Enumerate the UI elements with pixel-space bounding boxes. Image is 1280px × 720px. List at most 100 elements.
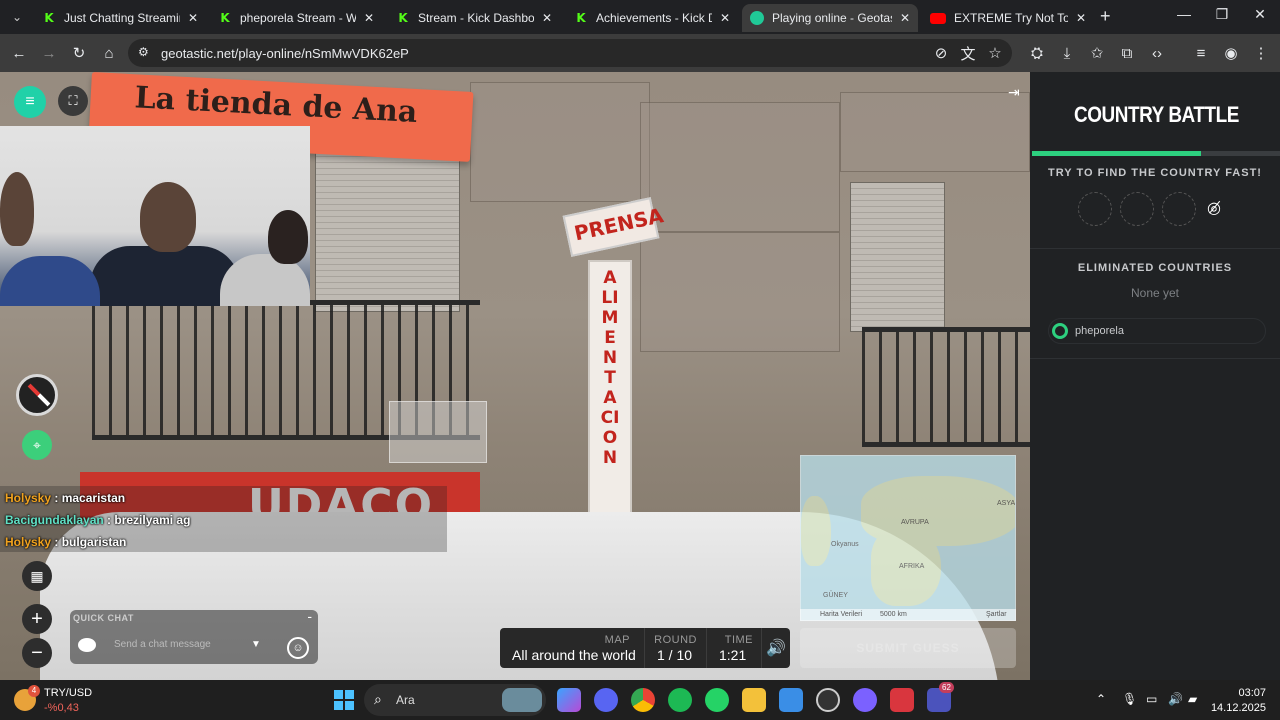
country-battle-panel: COUNTRY BATTLE TRY TO FIND THE COUNTRY F…: [1030, 72, 1280, 680]
network-icon[interactable]: ▭: [1146, 692, 1157, 706]
file-explorer-icon[interactable]: [742, 688, 766, 712]
hud-value: All around the world: [512, 647, 636, 663]
map-label: ASYA: [997, 500, 1016, 507]
person-head: [140, 182, 196, 252]
site-info-icon[interactable]: ⚙: [138, 45, 149, 59]
close-icon[interactable]: ✕: [542, 11, 552, 25]
map-landmass: [801, 496, 831, 566]
restore-button[interactable]: ❐: [1204, 6, 1240, 23]
camera-off-icon[interactable]: ⊘: [930, 42, 952, 64]
tray-overflow-icon[interactable]: ⌃: [1096, 692, 1106, 706]
person-body: [90, 246, 240, 306]
back-button[interactable]: ←: [8, 42, 30, 64]
search-highlight-image: [502, 688, 542, 712]
zoom-out-button[interactable]: −: [22, 638, 52, 668]
profile-avatar[interactable]: ◉: [1220, 42, 1242, 64]
teams-icon[interactable]: 62: [927, 682, 954, 712]
windows-taskbar: 4 TRY/USD -%0,43 ⌕ Ara 62 ⌃ 🎙 ▭ 🔊 ▰ 03:0…: [0, 680, 1280, 720]
discord-icon[interactable]: [594, 688, 618, 712]
spotify-icon[interactable]: [668, 688, 692, 712]
minimize-chat-button[interactable]: -: [307, 608, 312, 624]
window-shutter: [850, 182, 945, 332]
tab-title: Just Chatting Streaming - I: [64, 11, 180, 25]
compass-icon[interactable]: [16, 374, 58, 416]
collapse-panel-icon[interactable]: ⇥: [1008, 84, 1020, 101]
player-item[interactable]: pheporela: [1048, 318, 1266, 344]
tab-youtube[interactable]: EXTREME Try Not To Laugh ✕: [922, 4, 1094, 32]
chat-username: Holysky: [5, 491, 52, 505]
windows-start-button[interactable]: [334, 690, 354, 710]
guess-map[interactable]: AVRUPA ASYA AFRIKA GÜNEY Okyanus: [800, 455, 1016, 621]
home-icon[interactable]: ⌂: [98, 42, 120, 64]
new-tab-button[interactable]: +: [1100, 6, 1111, 27]
return-to-start-button[interactable]: ⌖: [22, 430, 52, 460]
obs-icon[interactable]: [816, 688, 840, 712]
devtools-icon[interactable]: ‹›: [1146, 42, 1168, 64]
taskbar-search[interactable]: ⌕ Ara: [364, 684, 546, 716]
tab-achievements[interactable]: K Achievements - Kick Dashb ✕: [566, 4, 738, 32]
extension-icon[interactable]: ⛭: [1026, 42, 1048, 64]
person-head: [268, 210, 308, 264]
map-data-link[interactable]: Harita Verileri: [820, 611, 862, 618]
chevron-down-icon[interactable]: ▼: [251, 639, 261, 650]
copilot-icon[interactable]: [557, 688, 581, 712]
layout-toggle-button[interactable]: ▦: [22, 561, 52, 591]
bookmark-star-icon[interactable]: ☆: [984, 42, 1006, 64]
chat-username: Holysky: [5, 535, 52, 549]
forward-button[interactable]: →: [38, 42, 60, 64]
divider: [1030, 248, 1280, 249]
panel-prompt: TRY TO FIND THE COUNTRY FAST!: [1048, 167, 1262, 179]
eye-off-icon[interactable]: ◎̸: [1207, 198, 1221, 218]
menu-dots-icon[interactable]: ⋮: [1250, 42, 1272, 64]
fullscreen-button[interactable]: ⛶: [58, 86, 88, 116]
chrome-icon[interactable]: [631, 688, 655, 712]
menu-button[interactable]: ≡: [14, 86, 46, 118]
media-control-icon[interactable]: ≡: [1190, 42, 1212, 64]
system-clock[interactable]: 03:07 14.12.2025: [1210, 686, 1266, 716]
store-icon[interactable]: [779, 688, 803, 712]
window-close-button[interactable]: ✕: [1242, 6, 1278, 23]
map-label: GÜNEY: [823, 592, 848, 599]
favorites-icon[interactable]: ✩: [1086, 42, 1108, 64]
tab-just-chatting[interactable]: K Just Chatting Streaming - I ✕: [34, 4, 206, 32]
volume-icon[interactable]: 🔊: [766, 638, 786, 658]
hud-label: TIME: [724, 634, 753, 646]
translate-icon[interactable]: 文: [957, 42, 979, 64]
close-icon[interactable]: ✕: [900, 11, 910, 25]
tab-geotastic[interactable]: Playing online - Geotastic ✕: [742, 4, 918, 32]
tab-search-button[interactable]: ⌄: [6, 6, 28, 28]
tab-pheporela-stream[interactable]: K pheporela Stream - Watch ✕: [210, 4, 382, 32]
battery-icon[interactable]: ▰: [1188, 692, 1197, 706]
screenshot-icon[interactable]: ⧉: [1116, 42, 1138, 64]
search-placeholder: Ara: [396, 693, 415, 707]
microphone-icon[interactable]: 🎙: [1122, 692, 1137, 706]
tab-title: pheporela Stream - Watch: [240, 11, 356, 25]
minimize-button[interactable]: —: [1166, 6, 1202, 22]
whatsapp-icon[interactable]: [705, 688, 729, 712]
chat-username: Bacigundaklayan: [5, 513, 104, 527]
streetview-panorama[interactable]: La tienda de Ana PRENSA ALIMENTACION UDA…: [0, 72, 1030, 680]
guess-slot: [1078, 192, 1112, 226]
address-bar[interactable]: ⚙ geotastic.net/play-online/nSmMwVDK62eP: [128, 39, 1012, 67]
submit-guess-button[interactable]: SUBMIT GUESS: [800, 628, 1016, 668]
reload-button[interactable]: ↻: [68, 42, 90, 64]
map-label: AVRUPA: [901, 519, 929, 526]
close-icon[interactable]: ✕: [364, 11, 374, 25]
map-terms-link[interactable]: Şartlar: [986, 611, 1007, 618]
download-icon[interactable]: ⤓: [1056, 42, 1078, 64]
app-icon[interactable]: [853, 688, 877, 712]
chat-message-input[interactable]: Send a chat message: [114, 639, 211, 650]
stone-wall: [640, 232, 840, 352]
tab-kick-dashboard[interactable]: K Stream - Kick Dashboard ✕: [388, 4, 560, 32]
zoom-in-button[interactable]: +: [22, 604, 52, 634]
guess-slot: [1162, 192, 1196, 226]
progress-fill: [1032, 151, 1201, 156]
close-icon[interactable]: ✕: [1076, 11, 1086, 25]
speaker-icon[interactable]: 🔊: [1168, 692, 1183, 706]
clock-date: 14.12.2025: [1210, 702, 1266, 714]
close-icon[interactable]: ✕: [188, 11, 198, 25]
emoji-button[interactable]: ☺: [287, 637, 309, 659]
chat-text: : bulgaristan: [54, 535, 127, 549]
app-icon-red[interactable]: [890, 688, 914, 712]
close-icon[interactable]: ✕: [720, 11, 730, 25]
